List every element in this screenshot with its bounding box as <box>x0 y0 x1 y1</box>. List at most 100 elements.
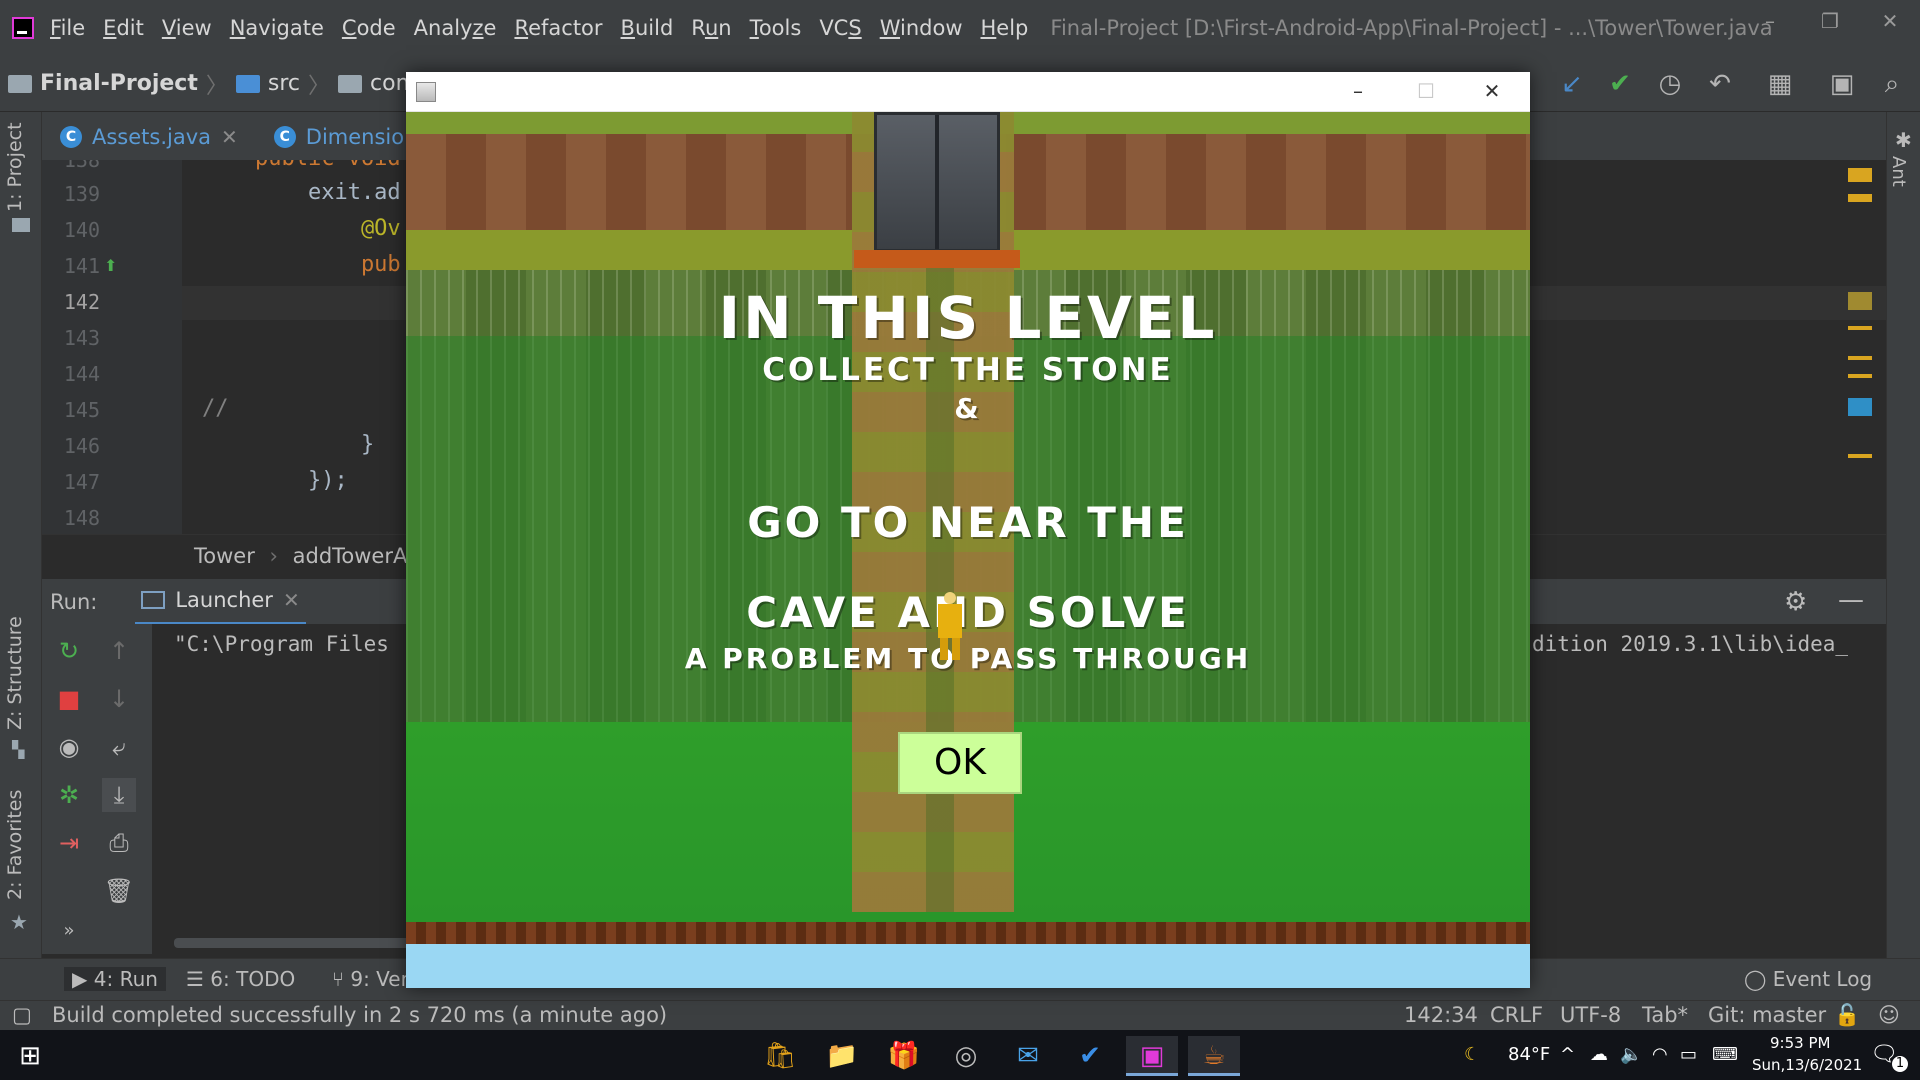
todo-app-icon[interactable]: ✔ <box>1064 1036 1116 1076</box>
keyboard-icon[interactable]: ⌨ <box>1712 1044 1738 1065</box>
gear-icon[interactable]: ⚙ <box>1784 587 1807 617</box>
toggle-panels-icon[interactable]: ▢ <box>12 1003 32 1027</box>
menu-file[interactable]: File <box>50 16 85 40</box>
water <box>406 944 1530 988</box>
menu-edit[interactable]: Edit <box>103 16 144 40</box>
chrome-icon[interactable]: ◎ <box>940 1036 992 1076</box>
volume-icon[interactable]: 🔈 <box>1620 1044 1642 1065</box>
clock-date[interactable]: Sun,13/6/2021 <box>1752 1056 1862 1074</box>
game-minimize-button[interactable]: – <box>1330 76 1386 106</box>
warning-marker[interactable] <box>1848 292 1872 310</box>
terminal-icon[interactable]: ▣ <box>1826 68 1858 100</box>
warning-marker[interactable] <box>1848 454 1872 458</box>
warning-marker[interactable] <box>1848 326 1872 330</box>
warning-marker[interactable] <box>1848 356 1872 360</box>
menu-analyze[interactable]: Analyze <box>414 16 497 40</box>
file-explorer-icon[interactable]: 📁 <box>816 1036 868 1076</box>
arrow-down-icon[interactable]: ↓ <box>102 682 136 716</box>
weather-temperature[interactable]: 84°F <box>1508 1044 1550 1065</box>
file-encoding[interactable]: UTF-8 <box>1560 1003 1621 1027</box>
warning-marker[interactable] <box>1848 168 1872 182</box>
tray-chevron-up-icon[interactable]: ^ <box>1560 1044 1575 1065</box>
close-icon[interactable]: ✕ <box>283 588 300 612</box>
ant-tool-tab[interactable]: Ant <box>1888 156 1909 187</box>
exit-icon[interactable]: ⇥ <box>52 826 86 860</box>
java-taskbar-icon[interactable]: ☕ <box>1188 1036 1240 1076</box>
caret-position[interactable]: 142:34 <box>1404 1003 1478 1027</box>
menu-run[interactable]: Run <box>691 16 731 40</box>
revert-icon[interactable]: ↶ <box>1704 68 1736 100</box>
menu-window[interactable]: Window <box>880 16 963 40</box>
ide-close-button[interactable]: ✕ <box>1860 6 1920 36</box>
ok-button[interactable]: OK <box>898 732 1022 794</box>
git-branch[interactable]: Git: master <box>1708 1003 1826 1027</box>
trash-icon[interactable]: 🗑 <box>102 874 136 908</box>
history-icon[interactable]: ◷ <box>1654 68 1686 100</box>
stop-icon[interactable]: ■ <box>52 682 86 716</box>
print-icon[interactable]: ⎙ <box>102 826 136 860</box>
menu-code[interactable]: Code <box>342 16 396 40</box>
intellij-taskbar-icon[interactable]: ▣ <box>1126 1036 1178 1076</box>
weather-icon[interactable]: ☾ <box>1464 1044 1480 1065</box>
usage-marker[interactable] <box>1848 398 1872 416</box>
menu-tools[interactable]: Tools <box>750 16 802 40</box>
breadcrumb-project[interactable]: Final-Project 〉 <box>8 68 228 100</box>
ant-icon: ✱ <box>1895 128 1912 152</box>
code-line: } <box>202 432 375 457</box>
soft-wrap-icon[interactable]: ⤶ <box>102 730 136 764</box>
search-icon[interactable]: ⌕ <box>1876 68 1908 100</box>
scroll-to-end-icon[interactable]: ⤓ <box>102 778 136 812</box>
gift-app-icon[interactable]: 🎁 <box>878 1036 930 1076</box>
tab-todo[interactable]: ☰ 6: TODO <box>186 967 295 991</box>
menu-vcs[interactable]: VCS <box>819 16 861 40</box>
error-stripe[interactable] <box>1848 160 1872 534</box>
clock-time[interactable]: 9:53 PM <box>1770 1034 1830 1052</box>
camera-icon[interactable]: ◉ <box>52 730 86 764</box>
tab-assets-java[interactable]: C Assets.java ✕ <box>42 114 256 160</box>
tab-run[interactable]: ▶ 4: Run <box>64 967 166 991</box>
favorites-tool-tab[interactable]: 2: Favorites <box>4 790 26 900</box>
override-gutter-icon[interactable]: ⬆ <box>104 256 117 275</box>
game-close-button[interactable]: ✕ <box>1464 76 1520 106</box>
close-icon[interactable]: ✕ <box>221 125 238 149</box>
project-structure-icon[interactable]: ▦ <box>1764 68 1796 100</box>
windows-start-icon[interactable]: ⊞ <box>4 1036 56 1076</box>
vcs-commit-icon[interactable]: ✔ <box>1604 68 1636 100</box>
project-tool-tab[interactable]: 1: Project <box>4 122 26 212</box>
console-scrollbar[interactable] <box>174 938 414 948</box>
store-icon[interactable]: 🛍 <box>754 1036 806 1076</box>
lock-icon[interactable]: 🔓 <box>1834 1003 1860 1028</box>
menu-refactor[interactable]: Refactor <box>514 16 602 40</box>
breadcrumb-method[interactable]: addTowerAc <box>293 544 419 568</box>
battery-icon[interactable]: ▭ <box>1680 1044 1697 1065</box>
wifi-icon[interactable]: ◠ <box>1652 1044 1668 1065</box>
arrow-up-icon[interactable]: ↑ <box>102 634 136 668</box>
tab-label: Event Log <box>1772 967 1873 991</box>
vcs-update-icon[interactable]: ↙ <box>1556 68 1588 100</box>
java-class-icon: C <box>60 126 82 148</box>
menu-build[interactable]: Build <box>621 16 674 40</box>
tab-version-control[interactable]: ⑂ 9: Ver <box>332 967 409 991</box>
hide-panel-icon[interactable]: — <box>1838 585 1864 615</box>
debug-settings-icon[interactable]: ✲ <box>52 778 86 812</box>
warning-marker[interactable] <box>1848 194 1872 202</box>
breadcrumb-class[interactable]: Tower <box>194 544 255 568</box>
menu-view[interactable]: View <box>162 16 212 40</box>
line-separator[interactable]: CRLF <box>1490 1003 1543 1027</box>
inspector-icon[interactable]: ☺ <box>1878 1003 1900 1027</box>
tab-label: 6: TODO <box>210 967 296 991</box>
rerun-icon[interactable]: ↻ <box>52 634 86 668</box>
mail-icon[interactable]: ✉ <box>1002 1036 1054 1076</box>
breadcrumb-src[interactable]: src 〉 <box>235 68 330 100</box>
menu-navigate[interactable]: Navigate <box>230 16 324 40</box>
ide-restore-button[interactable]: ❐ <box>1800 6 1860 36</box>
indent-setting[interactable]: Tab* <box>1642 1003 1688 1027</box>
ide-minimize-button[interactable]: – <box>1740 6 1800 36</box>
more-icon[interactable]: » <box>52 914 86 948</box>
onedrive-icon[interactable]: ☁ <box>1590 1044 1608 1065</box>
structure-tool-tab[interactable]: Z: Structure <box>4 616 26 730</box>
tab-event-log[interactable]: ◯ Event Log <box>1744 967 1872 991</box>
warning-marker[interactable] <box>1848 374 1872 378</box>
menu-help[interactable]: Help <box>981 16 1029 40</box>
tab-launcher[interactable]: Launcher ✕ <box>135 579 306 625</box>
